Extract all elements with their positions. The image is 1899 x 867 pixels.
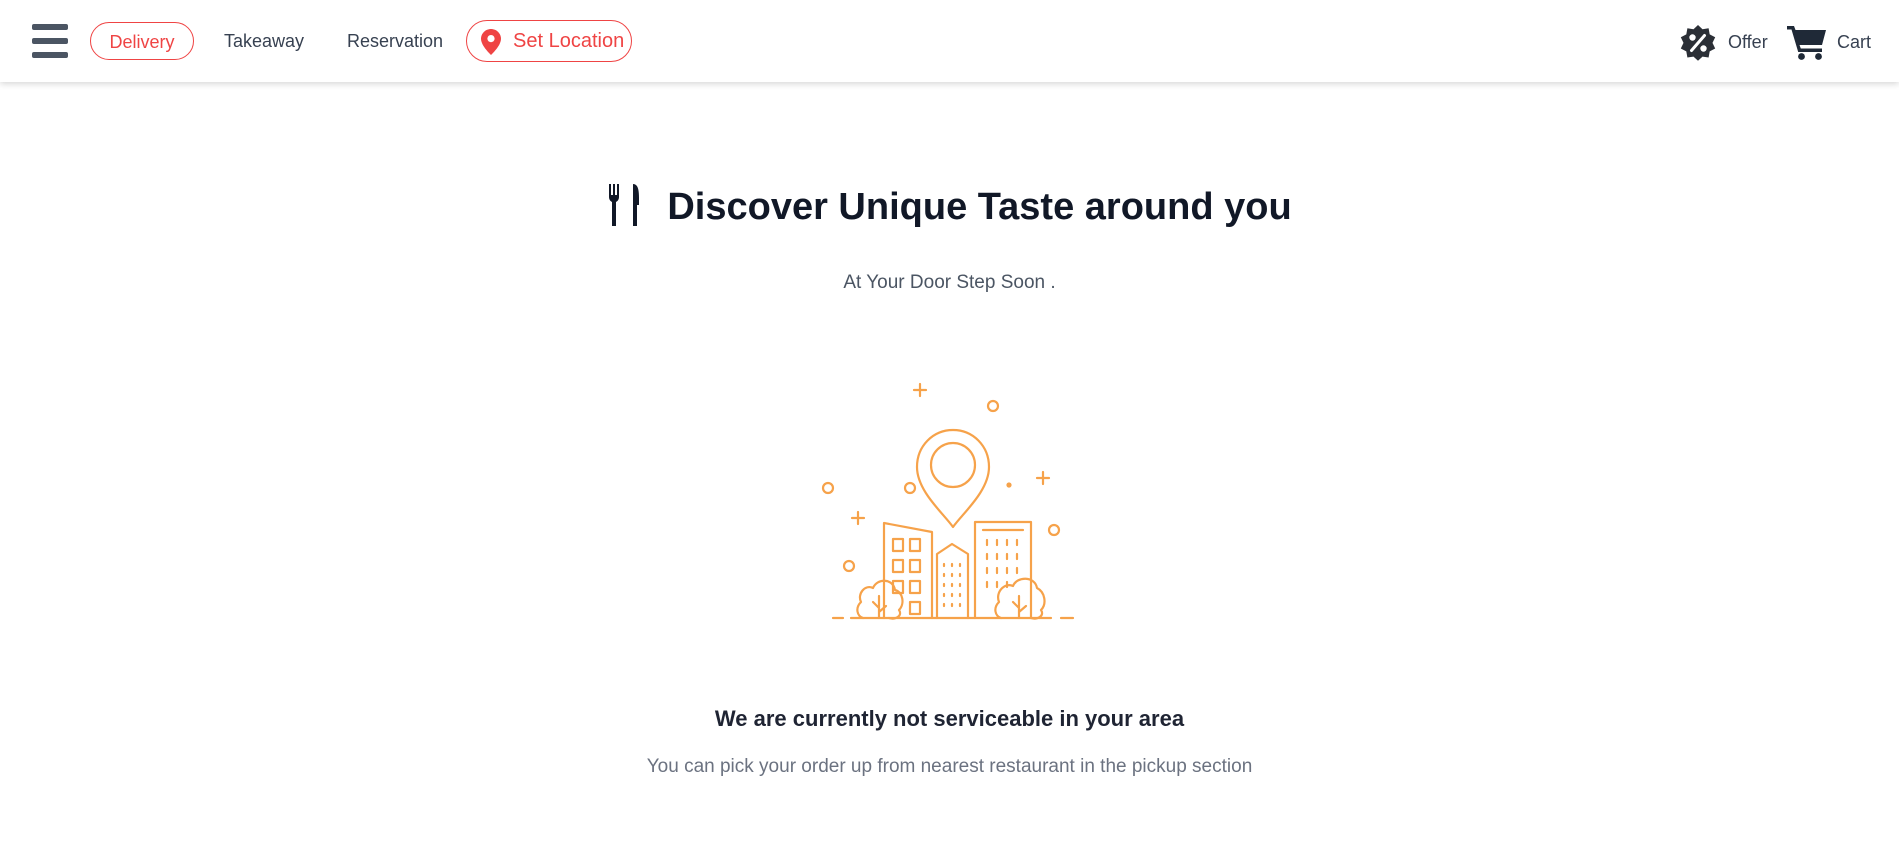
hero-subtitle: At Your Door Step Soon .	[843, 272, 1056, 293]
not-serviceable-heading: We are currently not serviceable in your…	[714, 706, 1185, 731]
fork-knife-icon	[609, 183, 640, 226]
tab-delivery[interactable]: Delivery	[90, 22, 194, 60]
tab-reservation[interactable]: Reservation	[347, 22, 443, 60]
hamburger-menu-icon[interactable]	[32, 24, 68, 58]
percent-badge-icon	[1680, 25, 1716, 61]
offer-button[interactable]: Offer	[1678, 22, 1770, 62]
offer-label: Offer	[1728, 32, 1768, 52]
tab-takeaway[interactable]: Takeaway	[224, 22, 304, 60]
city-location-illustration	[821, 382, 1075, 620]
hero-heading: Discover Unique Taste around you	[0, 180, 1899, 234]
map-pin-icon	[481, 29, 501, 55]
shopping-cart-icon	[1787, 26, 1826, 60]
cart-label: Cart	[1837, 32, 1872, 52]
cart-button[interactable]: Cart	[1786, 22, 1872, 62]
set-location-label: Set Location	[513, 30, 625, 52]
hero-title-text: Discover Unique Taste around you	[667, 186, 1292, 228]
set-location-button[interactable]: Set Location	[466, 20, 632, 62]
not-serviceable-subtext: You can pick your order up from nearest …	[646, 756, 1253, 777]
top-navigation-bar: Delivery Takeaway Reservation Set Locati…	[0, 0, 1899, 82]
